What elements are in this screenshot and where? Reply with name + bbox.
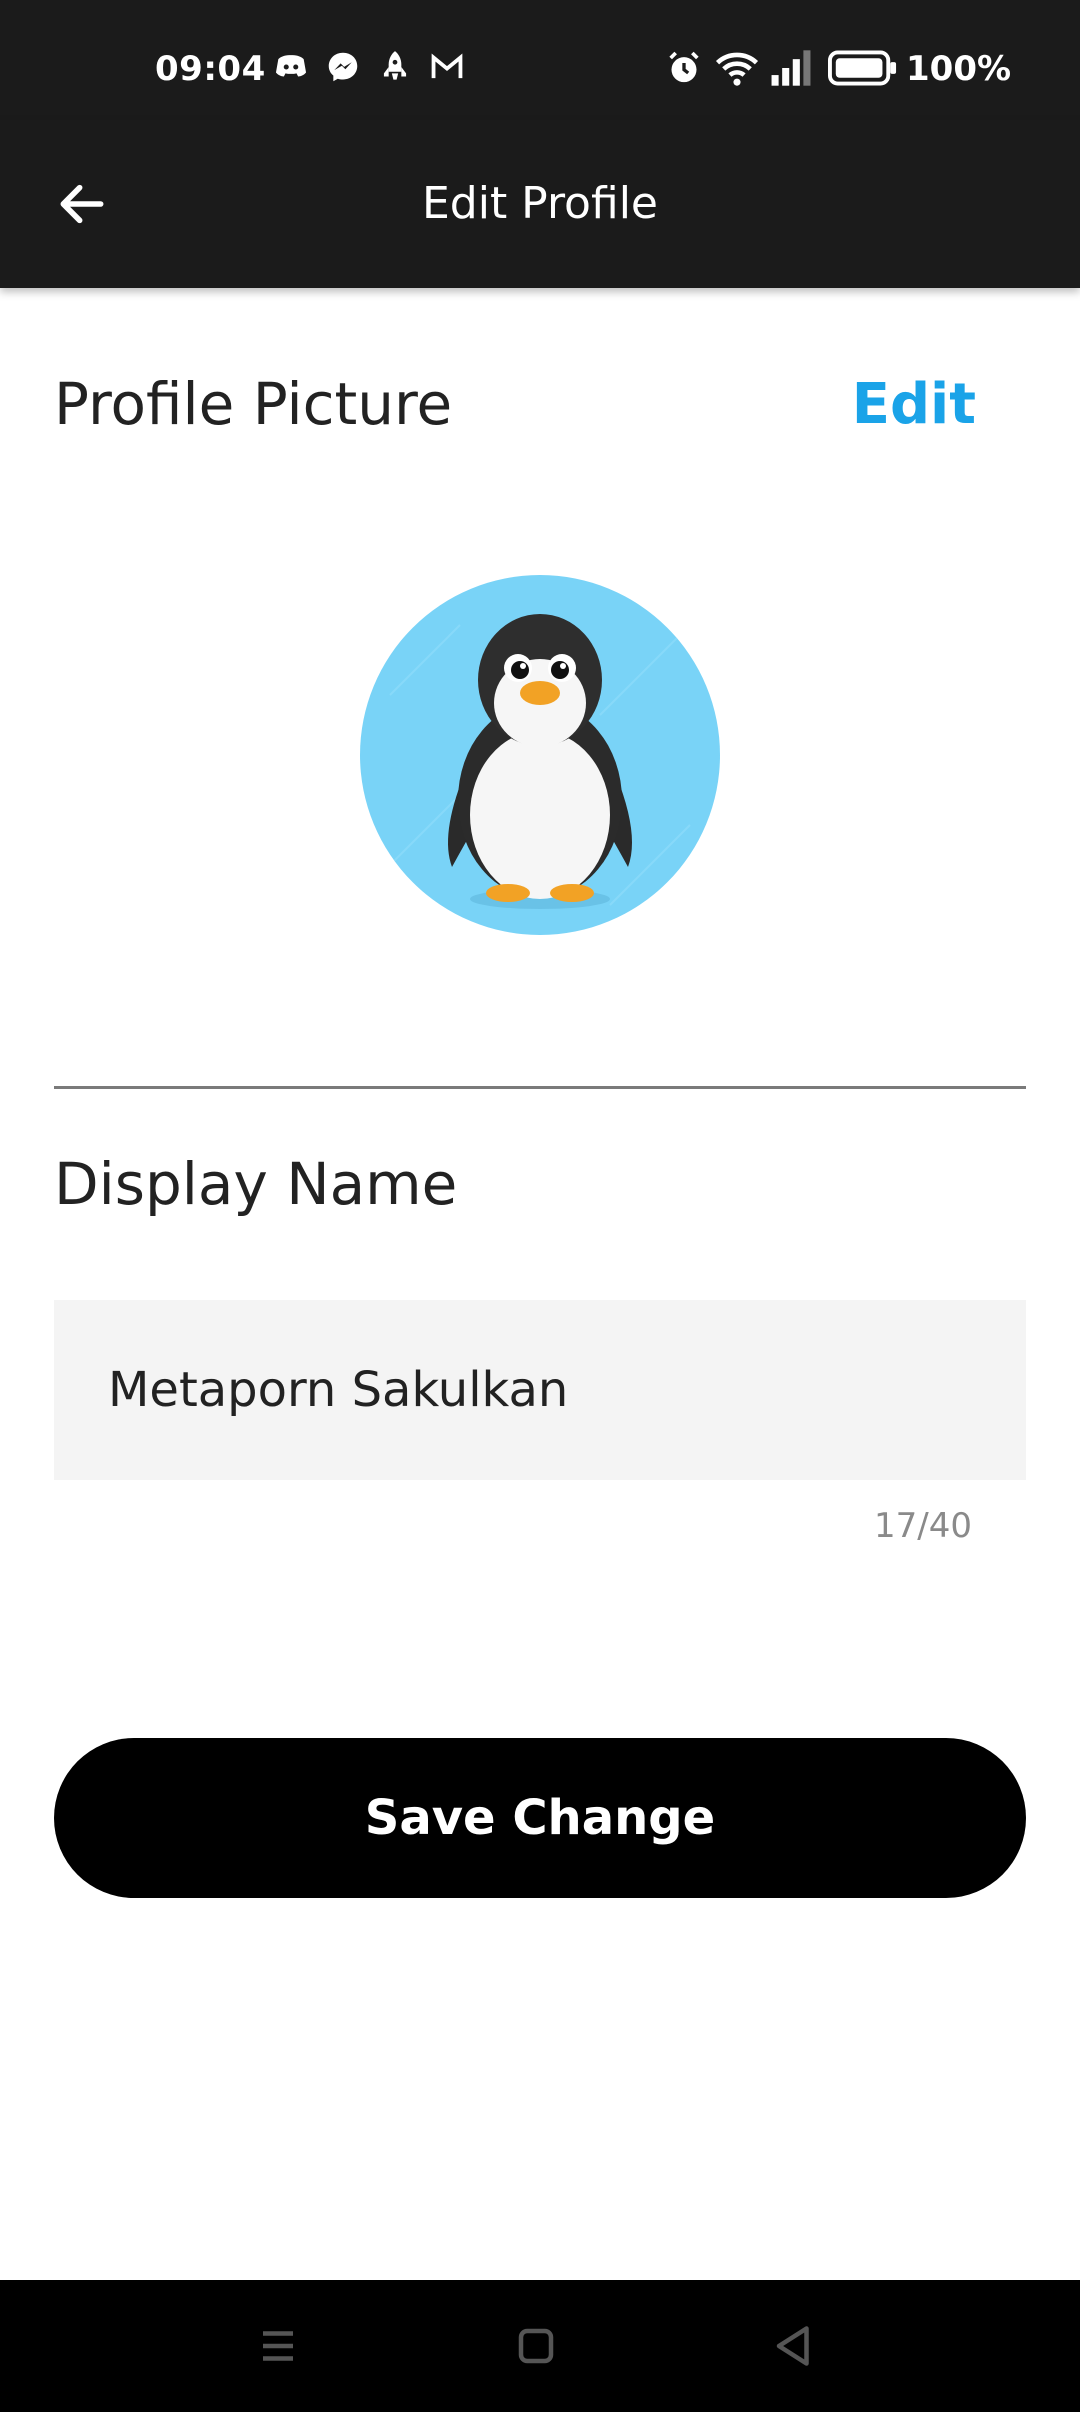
page-title: Edit Profile bbox=[421, 178, 658, 229]
gmail-icon bbox=[431, 53, 463, 79]
alarm-icon bbox=[669, 51, 699, 83]
back-icon[interactable] bbox=[764, 2316, 824, 2376]
penguin-avatar bbox=[379, 614, 701, 909]
avatar[interactable] bbox=[360, 575, 720, 935]
recents-icon[interactable] bbox=[248, 2316, 308, 2376]
character-counter: 17/40 bbox=[874, 1506, 972, 1546]
edit-profile-picture-button[interactable]: Edit bbox=[852, 372, 976, 437]
system-nav-bar bbox=[0, 2280, 1080, 2412]
rocket-icon bbox=[383, 51, 407, 80]
save-change-button[interactable]: Save Change bbox=[54, 1738, 1026, 1898]
home-icon[interactable] bbox=[506, 2316, 566, 2376]
status-bar: 09:04 100% bbox=[0, 0, 1080, 120]
discord-icon bbox=[275, 55, 307, 77]
status-time: 09:04 bbox=[155, 49, 266, 89]
battery-icon bbox=[828, 50, 897, 86]
display-name-label: Display Name bbox=[54, 1150, 458, 1218]
notification-icons bbox=[272, 48, 466, 86]
profile-picture-label: Profile Picture bbox=[54, 370, 453, 438]
battery-percentage: 100% bbox=[906, 49, 1012, 89]
section-divider bbox=[54, 1086, 1026, 1089]
display-name-field[interactable] bbox=[54, 1300, 1026, 1480]
wifi-icon bbox=[715, 52, 759, 86]
app-bar: Edit Profile bbox=[0, 120, 1080, 288]
messenger-icon bbox=[328, 52, 358, 82]
signal-icon bbox=[771, 50, 811, 86]
